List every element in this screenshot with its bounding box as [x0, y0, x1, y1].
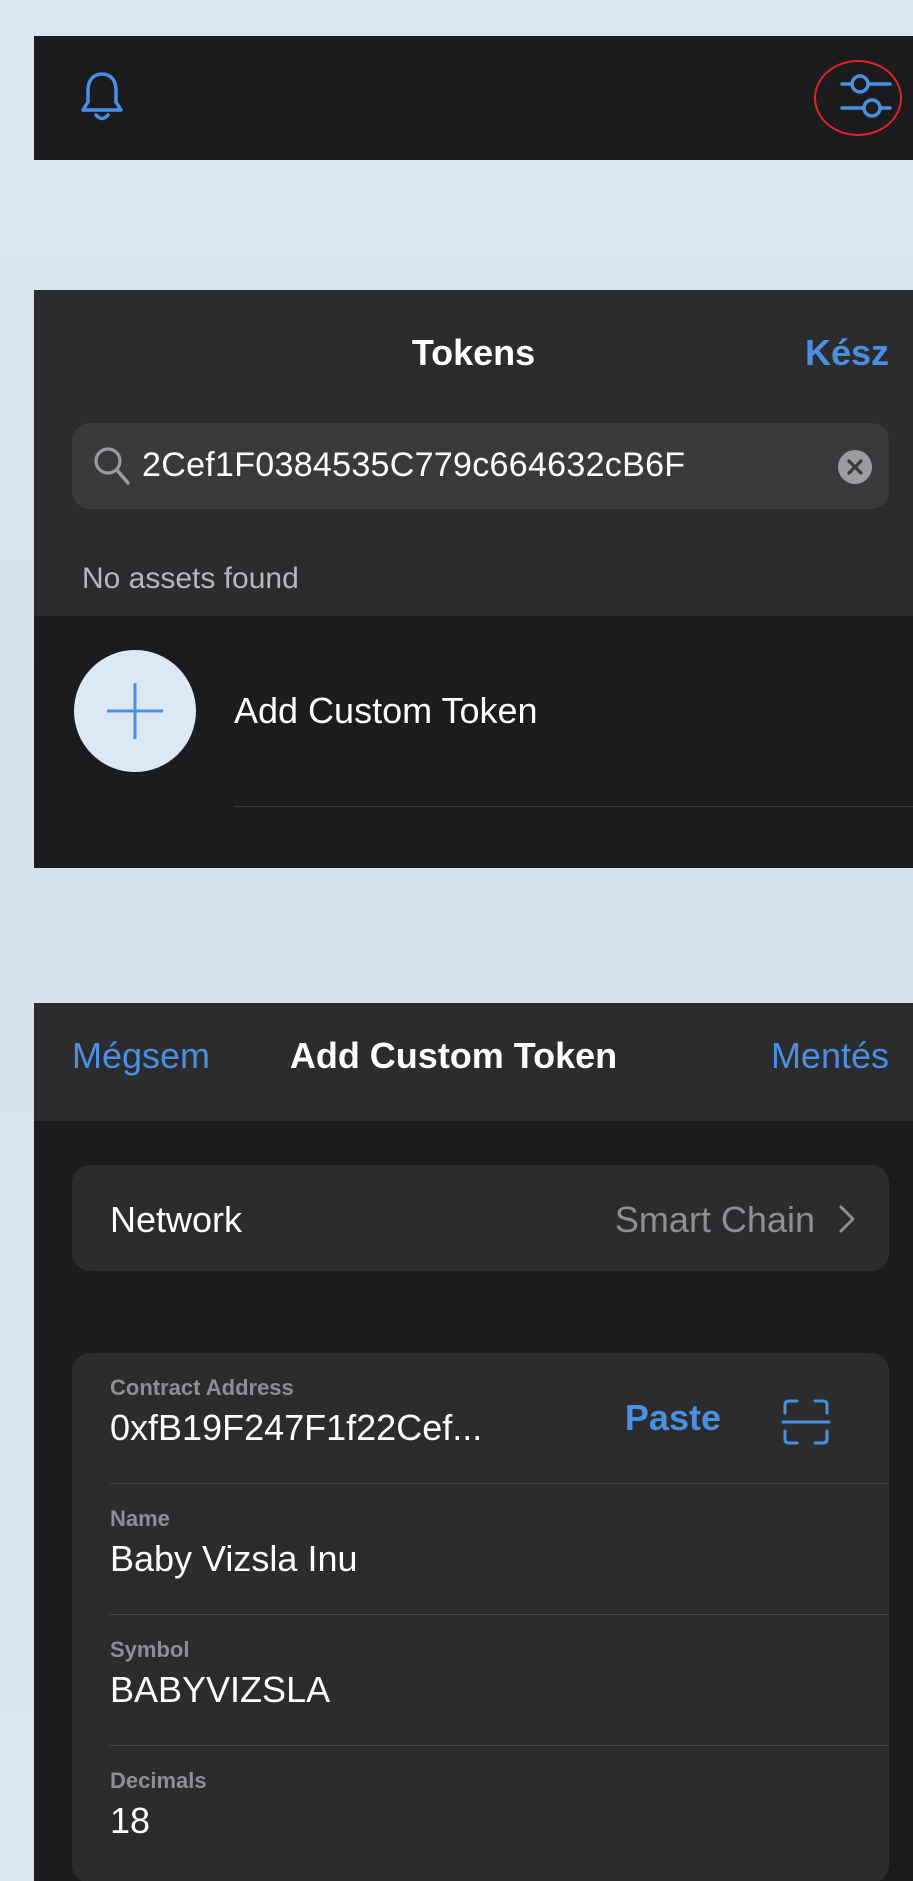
add-custom-token-screen: Mégsem Add Custom Token Mentés Network S… — [34, 1003, 913, 1881]
plus-icon — [107, 683, 163, 739]
decimals-field[interactable]: Decimals 18 — [72, 1746, 889, 1877]
search-bar[interactable]: 2Cef1F0384535C779c664632cB6F — [72, 423, 889, 509]
add-custom-token-label: Add Custom Token — [234, 690, 538, 731]
contract-address-field[interactable]: Contract Address 0xfB19F247F1f22Cef... P… — [72, 1353, 889, 1484]
name-input[interactable]: Baby Vizsla Inu — [110, 1538, 357, 1580]
top-bar — [34, 36, 913, 160]
search-icon — [94, 447, 130, 485]
chevron-right-icon — [839, 1205, 855, 1233]
symbol-field[interactable]: Symbol BABYVIZSLA — [72, 1615, 889, 1746]
save-button[interactable]: Mentés — [771, 1035, 889, 1077]
network-label: Network — [110, 1199, 243, 1240]
paste-button[interactable]: Paste — [625, 1397, 721, 1439]
contract-address-input[interactable]: 0xfB19F247F1f22Cef... — [110, 1407, 482, 1449]
add-custom-token-row[interactable]: Add Custom Token — [34, 616, 913, 868]
name-label: Name — [110, 1506, 170, 1531]
highlight-circle — [814, 60, 902, 136]
add-button-circle[interactable] — [74, 650, 196, 772]
decimals-label: Decimals — [110, 1768, 207, 1793]
network-selector[interactable]: Network Smart Chain — [72, 1165, 889, 1271]
decimals-input[interactable]: 18 — [110, 1800, 150, 1842]
network-value: Smart Chain — [614, 1199, 815, 1240]
symbol-label: Symbol — [110, 1637, 190, 1662]
symbol-input[interactable]: BABYVIZSLA — [110, 1669, 330, 1711]
search-input[interactable]: 2Cef1F0384535C779c664632cB6F — [142, 446, 685, 485]
empty-state-message: No assets found — [82, 562, 299, 595]
name-field[interactable]: Name Baby Vizsla Inu — [72, 1484, 889, 1615]
tokens-screen: Tokens Kész 2Cef1F0384535C779c664632cB6F… — [34, 290, 913, 868]
scan-qr-icon[interactable] — [781, 1397, 831, 1447]
page-title: Tokens — [411, 332, 536, 373]
divider — [234, 806, 913, 807]
navigation-bar: Mégsem Add Custom Token Mentés — [34, 1003, 913, 1121]
clear-icon[interactable] — [837, 449, 873, 485]
done-button[interactable]: Kész — [805, 332, 889, 374]
bell-icon[interactable] — [78, 68, 126, 124]
contract-address-label: Contract Address — [110, 1375, 294, 1400]
token-fields-card: Contract Address 0xfB19F247F1f22Cef... P… — [72, 1353, 889, 1881]
